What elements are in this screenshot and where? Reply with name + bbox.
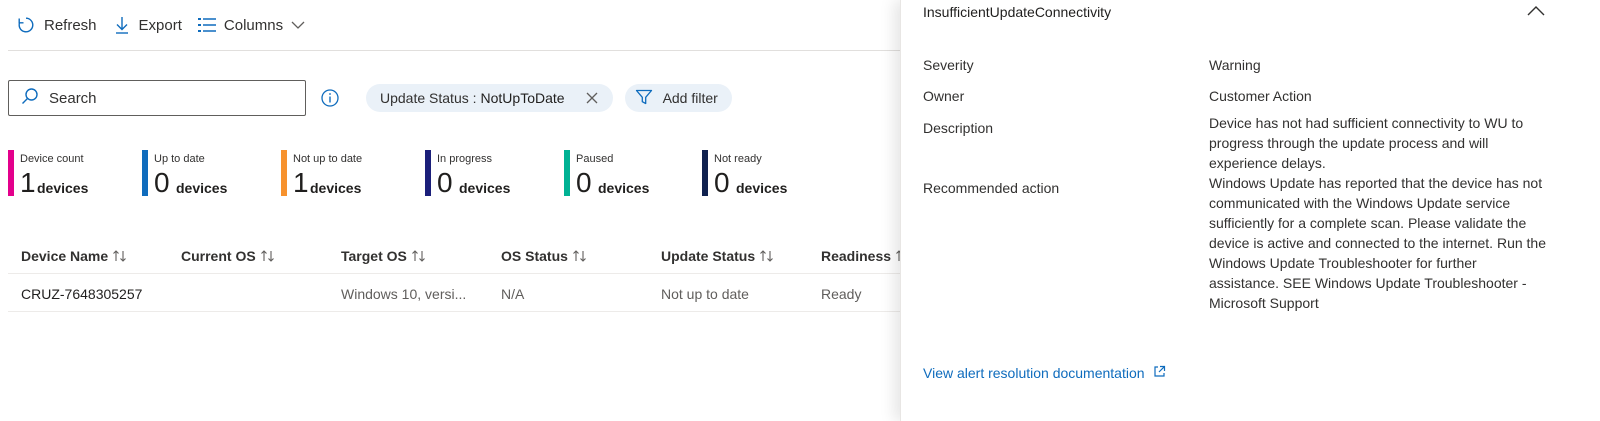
- table-header: Device Name Current OS Target OS OS Stat…: [8, 244, 913, 274]
- owner-value: Customer Action: [1209, 88, 1312, 104]
- sort-icon: [260, 248, 276, 264]
- summary-cards: Device count 1 devices Up to date 0 devi…: [8, 150, 908, 200]
- column-header-label: Update Status: [661, 248, 756, 264]
- stat-label: Up to date: [154, 153, 205, 165]
- update-status-filter-pill[interactable]: Update Status : NotUpToDate: [366, 84, 613, 112]
- severity-value: Warning: [1209, 57, 1261, 73]
- alert-detail-panel: InsufficientUpdateConnectivity Severity …: [900, 0, 1600, 421]
- panel-title: InsufficientUpdateConnectivity: [923, 4, 1112, 20]
- search-input[interactable]: [49, 89, 289, 107]
- stat-number: 0: [437, 167, 453, 198]
- stat-unit: devices: [598, 180, 650, 196]
- stat-unit: devices: [176, 180, 228, 196]
- sort-icon: [759, 248, 775, 264]
- stat-label: Paused: [576, 153, 614, 165]
- cell-os-status: N/A: [501, 286, 525, 302]
- column-header-label: Current OS: [181, 248, 256, 264]
- column-header-device-name[interactable]: Device Name: [21, 248, 128, 264]
- filter-row: Update Status : NotUpToDate Add filter: [8, 80, 732, 116]
- stat-label: Not up to date: [293, 153, 363, 165]
- owner-label: Owner: [923, 88, 965, 104]
- filter-icon: [635, 88, 653, 109]
- column-header-label: Readiness: [821, 248, 892, 264]
- devices-table: Device Name Current OS Target OS OS Stat…: [8, 244, 913, 312]
- stat-unit: devices: [459, 180, 511, 196]
- cell-readiness: Ready: [821, 286, 862, 302]
- download-icon: [113, 15, 131, 35]
- main-content: Refresh Export Columns Search Update Sta…: [0, 0, 920, 421]
- search-box[interactable]: [8, 80, 306, 116]
- command-bar: Refresh Export Columns: [8, 8, 313, 42]
- stat-unit: devices: [37, 180, 89, 196]
- column-header-target-os[interactable]: Target OS: [341, 248, 427, 264]
- column-header-update-status[interactable]: Update Status: [661, 248, 775, 264]
- cell-device-name[interactable]: CRUZ-7648305257: [21, 286, 142, 302]
- chevron-up-icon[interactable]: [1527, 4, 1545, 23]
- stat-label: Not ready: [714, 153, 762, 165]
- stat-color-bar: [564, 150, 570, 196]
- cell-target-os: Windows 10, versi...: [341, 286, 467, 302]
- column-header-current-os[interactable]: Current OS: [181, 248, 276, 264]
- export-label: Export: [138, 16, 182, 34]
- filter-key: Update Status :: [380, 90, 477, 106]
- stat-unit: devices: [310, 180, 362, 196]
- column-header-label: Target OS: [341, 248, 407, 264]
- column-header-label: OS Status: [501, 248, 568, 264]
- refresh-label: Refresh: [44, 16, 97, 34]
- column-header-readiness[interactable]: Readiness: [821, 248, 911, 264]
- stat-label: In progress: [437, 153, 493, 165]
- stat-color-bar: [281, 150, 287, 196]
- description-label: Description: [923, 120, 994, 136]
- stat-number: 1: [293, 167, 309, 198]
- close-icon[interactable]: [585, 91, 599, 105]
- sort-icon: [112, 248, 128, 264]
- columns-button[interactable]: Columns: [190, 9, 313, 41]
- stat-number: 0: [714, 167, 730, 198]
- description-value: Device has not had sufficient connectivi…: [1209, 115, 1524, 171]
- info-icon[interactable]: [320, 88, 340, 108]
- refresh-button[interactable]: Refresh: [8, 9, 105, 41]
- recommended-action-value: Windows Update has reported that the dev…: [1209, 175, 1546, 311]
- columns-label: Columns: [223, 16, 284, 34]
- stat-number: 0: [154, 167, 170, 198]
- link-label: View alert resolution documentation: [923, 365, 1145, 381]
- stat-color-bar: [702, 150, 708, 196]
- stat-number: 0: [576, 167, 592, 198]
- stat-color-bar: [425, 150, 431, 196]
- stat-unit: devices: [736, 180, 788, 196]
- refresh-icon: [16, 15, 36, 35]
- toolbar-divider: [8, 50, 920, 51]
- filter-value: NotUpToDate: [480, 90, 565, 106]
- severity-label: Severity: [923, 57, 974, 73]
- search-icon: [21, 87, 39, 110]
- column-header-os-status[interactable]: OS Status: [501, 248, 588, 264]
- sort-icon: [572, 248, 588, 264]
- column-header-label: Device Name: [21, 248, 109, 264]
- chevron-down-icon: [291, 20, 305, 30]
- recommended-action-label: Recommended action: [923, 180, 1060, 196]
- sort-icon: [411, 248, 427, 264]
- stat-number: 1: [20, 167, 36, 198]
- stat-label: Device count: [20, 153, 84, 165]
- cell-update-status: Not up to date: [661, 286, 749, 302]
- add-filter-button[interactable]: Add filter: [624, 84, 732, 112]
- export-button[interactable]: Export: [105, 9, 190, 41]
- external-link-icon: [1153, 365, 1166, 381]
- stat-color-bar: [8, 150, 14, 196]
- add-filter-label: Add filter: [662, 90, 718, 106]
- table-row[interactable]: CRUZ-7648305257 Windows 10, versi... N/A…: [8, 274, 913, 312]
- columns-icon: [197, 17, 216, 33]
- alert-documentation-link[interactable]: View alert resolution documentation: [923, 365, 1166, 381]
- stat-color-bar: [142, 150, 148, 196]
